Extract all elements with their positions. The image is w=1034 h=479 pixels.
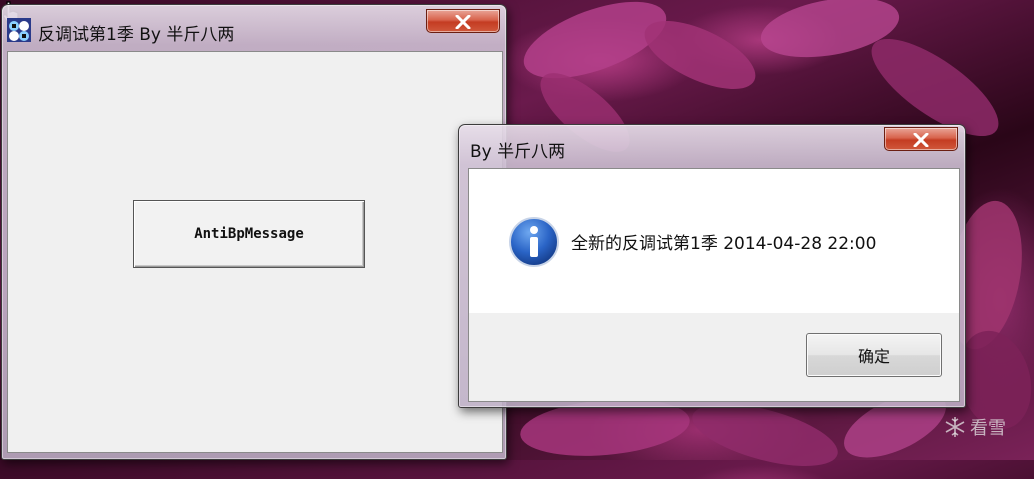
message-content-area: 全新的反调试第1季 2014-04-28 22:00 [469, 169, 959, 313]
message-text: 全新的反调试第1季 2014-04-28 22:00 [571, 234, 877, 254]
message-box-title: By 半斤八两 [470, 142, 566, 162]
snowflake-icon [945, 417, 965, 437]
app-icon [7, 18, 31, 42]
main-window: 反调试第1季 By 半斤八两 AntiBpMessage [1, 4, 507, 460]
watermark-text: 看雪 [970, 418, 1006, 439]
close-icon [913, 133, 929, 147]
message-box-window: By 半斤八两 全新的反调试第1季 2014-04-28 22:00 确定 [458, 124, 966, 408]
ok-button[interactable]: 确定 [806, 333, 942, 377]
main-window-title: 反调试第1季 By 半斤八两 [38, 25, 235, 45]
main-close-button[interactable] [426, 9, 500, 33]
info-icon [509, 217, 559, 267]
antibpmessage-button[interactable]: AntiBpMessage [133, 200, 365, 268]
watermark: 看雪 [944, 414, 1006, 440]
close-icon [455, 15, 471, 29]
message-box-close-button[interactable] [884, 127, 958, 151]
message-box-client-area: 全新的反调试第1季 2014-04-28 22:00 确定 [468, 168, 960, 402]
main-client-area: AntiBpMessage [7, 51, 503, 453]
